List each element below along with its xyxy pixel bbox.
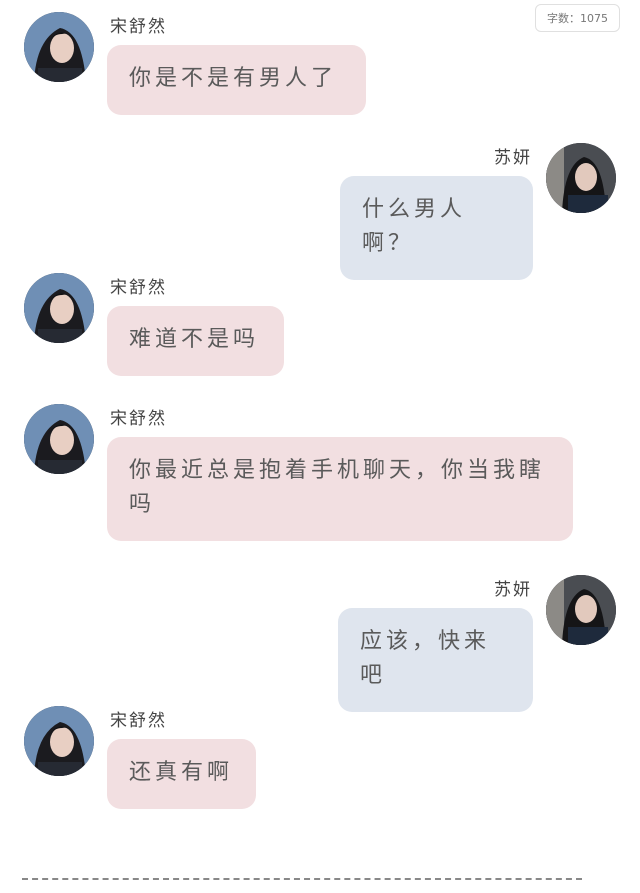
avatar-su-yan[interactable] — [546, 575, 616, 645]
message-bubble[interactable]: 什么男人啊？ — [340, 176, 533, 280]
sender-name: 苏妍 — [494, 148, 532, 168]
sender-name: 宋舒然 — [110, 409, 167, 429]
sender-name: 宋舒然 — [110, 278, 167, 298]
avatar-song-shuran[interactable] — [24, 273, 94, 343]
message-bubble[interactable]: 应该，快来吧 — [338, 608, 533, 712]
dashed-divider — [22, 878, 582, 880]
message-bubble[interactable]: 你最近总是抱着手机聊天，你当我瞎吗 — [107, 437, 573, 541]
avatar-song-shuran[interactable] — [24, 404, 94, 474]
message-bubble[interactable]: 难道不是吗 — [107, 306, 284, 376]
message-bubble[interactable]: 还真有啊 — [107, 739, 256, 809]
avatar-song-shuran[interactable] — [24, 12, 94, 82]
sender-name: 苏妍 — [494, 580, 532, 600]
avatar-song-shuran[interactable] — [24, 706, 94, 776]
word-count-badge: 字数：1075 — [535, 4, 620, 32]
sender-name: 宋舒然 — [110, 711, 167, 731]
avatar-su-yan[interactable] — [546, 143, 616, 213]
sender-name: 宋舒然 — [110, 17, 167, 37]
message-bubble[interactable]: 你是不是有男人了 — [107, 45, 366, 115]
